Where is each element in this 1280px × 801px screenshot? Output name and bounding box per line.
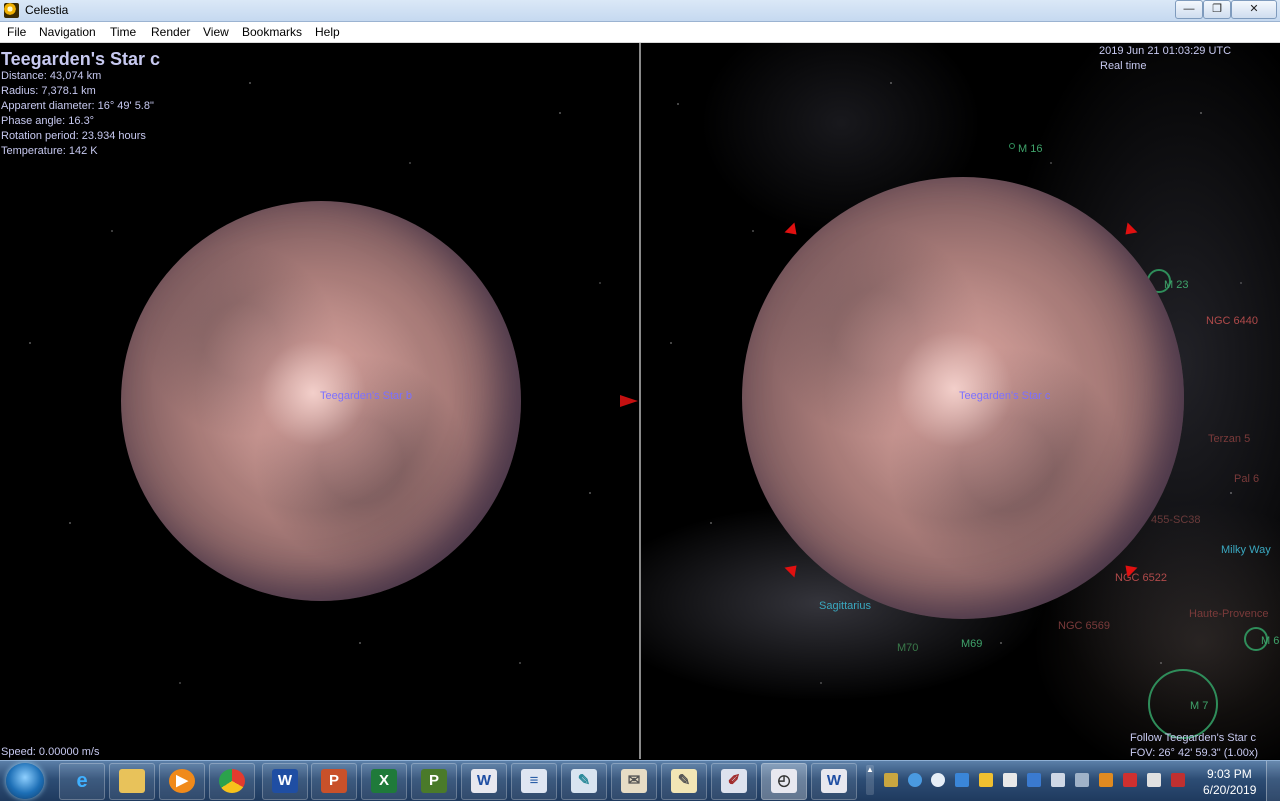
left-viewport[interactable]: Teegarden's Star b Teegarden's Star c Di… bbox=[0, 43, 639, 759]
start-button[interactable] bbox=[6, 763, 44, 799]
taskbar-clock-tool[interactable]: ◴ bbox=[761, 763, 807, 800]
planet-label[interactable]: Teegarden's Star c bbox=[959, 390, 1050, 402]
dso-label-eso[interactable]: 455-SC38 bbox=[1151, 514, 1201, 526]
dso-label-m70[interactable]: M70 bbox=[897, 642, 918, 654]
taskbar-notepad[interactable]: ✎ bbox=[661, 763, 707, 800]
planet-label[interactable]: Teegarden's Star b bbox=[320, 390, 412, 402]
word-doc-icon: W bbox=[821, 769, 847, 793]
signal-icon[interactable] bbox=[1075, 773, 1089, 787]
wordpad-icon: W bbox=[471, 769, 497, 793]
taskbar-publisher[interactable]: P bbox=[411, 763, 457, 800]
selected-object-name: Teegarden's Star c bbox=[1, 49, 161, 69]
pen-icon: ✎ bbox=[571, 769, 597, 793]
folder-icon bbox=[119, 769, 145, 793]
document-icon: ≡ bbox=[521, 769, 547, 793]
clock-date[interactable]: 6/20/2019 bbox=[1203, 783, 1256, 797]
info-temperature: Temperature: 142 K bbox=[1, 145, 98, 157]
taskbar-powerpoint[interactable]: P bbox=[311, 763, 357, 800]
dso-label-m7[interactable]: M 7 bbox=[1190, 700, 1208, 712]
paint-icon: ✐ bbox=[721, 769, 747, 793]
taskbar-wordpad[interactable]: W bbox=[461, 763, 507, 800]
taskbar-file-explorer[interactable] bbox=[109, 763, 155, 800]
dso-label-m6[interactable]: M 6 bbox=[1261, 635, 1279, 647]
taskbar-word-doc[interactable]: W bbox=[811, 763, 857, 800]
dso-label-m69[interactable]: M69 bbox=[961, 638, 982, 650]
clock-icon: ◴ bbox=[771, 769, 797, 793]
dso-marker-icon bbox=[1009, 143, 1015, 149]
publisher-icon: P bbox=[421, 769, 447, 793]
taskbar-word[interactable]: W bbox=[262, 763, 308, 800]
taskbar-mail[interactable]: ✉ bbox=[611, 763, 657, 800]
menu-view[interactable]: View bbox=[203, 25, 229, 39]
menu-navigation[interactable]: Navigation bbox=[39, 25, 96, 39]
taskbar: e ▶ W P X P W ≡ ✎ ✉ ✎ ✐ ◴ W ▲ 9:03 PM 6/… bbox=[0, 760, 1280, 801]
tray-sync-icon[interactable] bbox=[908, 773, 922, 787]
menu-bar: File Navigation Time Render View Bookmar… bbox=[0, 22, 1280, 43]
celestia-app-icon bbox=[4, 3, 19, 18]
speed-readout: Speed: 0.00000 m/s bbox=[1, 746, 100, 758]
fov-readout: FOV: 26° 42' 59.3" (1.00x) bbox=[1130, 747, 1259, 759]
taskbar-pen-tool[interactable]: ✎ bbox=[561, 763, 607, 800]
info-phase-angle: Phase angle: 16.3° bbox=[1, 115, 95, 127]
chrome-icon bbox=[219, 769, 245, 793]
tray-app-icon[interactable] bbox=[884, 773, 898, 787]
flag-icon[interactable] bbox=[1003, 773, 1017, 787]
excel-icon: X bbox=[371, 769, 397, 793]
dso-label-haute-provence[interactable]: Haute-Provence bbox=[1189, 608, 1269, 620]
menu-file[interactable]: File bbox=[7, 25, 26, 39]
datetime-readout: 2019 Jun 21 01:03:29 UTC bbox=[1099, 45, 1232, 57]
tray-scroll-icon[interactable]: ▲ bbox=[866, 765, 874, 795]
powerpoint-icon: P bbox=[321, 769, 347, 793]
show-desktop-button[interactable] bbox=[1266, 761, 1280, 801]
dso-label-m23[interactable]: M 23 bbox=[1164, 279, 1188, 291]
taskbar-excel[interactable]: X bbox=[361, 763, 407, 800]
notepad-icon: ✎ bbox=[671, 769, 697, 793]
dso-label-pal6[interactable]: Pal 6 bbox=[1234, 473, 1259, 485]
maximize-button[interactable]: ❐ bbox=[1203, 0, 1231, 19]
active-view-arrow-icon bbox=[620, 395, 638, 407]
clock-time[interactable]: 9:03 PM bbox=[1207, 767, 1252, 781]
title-bar: Celestia — ❐ ✕ bbox=[0, 0, 1280, 22]
menu-time[interactable]: Time bbox=[110, 25, 136, 39]
taskbar-internet-explorer[interactable]: e bbox=[59, 763, 105, 800]
minimize-button[interactable]: — bbox=[1175, 0, 1203, 19]
dropbox-icon[interactable] bbox=[955, 773, 969, 787]
bluetooth-icon[interactable] bbox=[1147, 773, 1161, 787]
dso-label-terzan5[interactable]: Terzan 5 bbox=[1208, 433, 1250, 445]
dso-label-milky-way[interactable]: Milky Way bbox=[1221, 544, 1271, 556]
info-radius: Radius: 7,378.1 km bbox=[1, 85, 96, 97]
dso-label-ngc6569[interactable]: NGC 6569 bbox=[1058, 620, 1110, 632]
time-mode: Real time bbox=[1100, 60, 1147, 72]
dso-label-ngc6440[interactable]: NGC 6440 bbox=[1206, 315, 1258, 327]
menu-bookmarks[interactable]: Bookmarks bbox=[242, 25, 302, 39]
word-icon: W bbox=[272, 769, 298, 793]
menu-render[interactable]: Render bbox=[151, 25, 190, 39]
security-icon[interactable] bbox=[1123, 773, 1137, 787]
media-player-icon: ▶ bbox=[169, 769, 195, 793]
volume-icon[interactable] bbox=[1051, 773, 1065, 787]
close-button[interactable]: ✕ bbox=[1231, 0, 1277, 19]
shield-icon[interactable] bbox=[979, 773, 993, 787]
update-icon[interactable] bbox=[1099, 773, 1113, 787]
dso-label-m16[interactable]: M 16 bbox=[1018, 143, 1042, 155]
menu-help[interactable]: Help bbox=[315, 25, 340, 39]
internet-explorer-icon: e bbox=[76, 770, 88, 792]
network-icon[interactable] bbox=[1027, 773, 1041, 787]
follow-status: Follow Teegarden's Star c bbox=[1130, 732, 1257, 744]
taskbar-chrome[interactable] bbox=[209, 763, 255, 800]
dso-label-sagittarius[interactable]: Sagittarius bbox=[819, 600, 871, 612]
mail-icon: ✉ bbox=[621, 769, 647, 793]
right-viewport[interactable]: 2019 Jun 21 01:03:29 UTC Real time M 16 … bbox=[641, 43, 1280, 759]
cloud-icon[interactable] bbox=[931, 773, 945, 787]
window-title: Celestia bbox=[25, 3, 69, 17]
info-apparent-diameter: Apparent diameter: 16° 49' 5.8" bbox=[1, 100, 154, 112]
taskbar-paint-tool[interactable]: ✐ bbox=[711, 763, 757, 800]
info-rotation-period: Rotation period: 23.934 hours bbox=[1, 130, 146, 142]
taskbar-document-editor[interactable]: ≡ bbox=[511, 763, 557, 800]
taskbar-media-player[interactable]: ▶ bbox=[159, 763, 205, 800]
info-distance: Distance: 43,074 km bbox=[1, 70, 102, 82]
antivirus-icon[interactable] bbox=[1171, 773, 1185, 787]
dso-label-ngc6522[interactable]: NGC 6522 bbox=[1115, 572, 1167, 584]
